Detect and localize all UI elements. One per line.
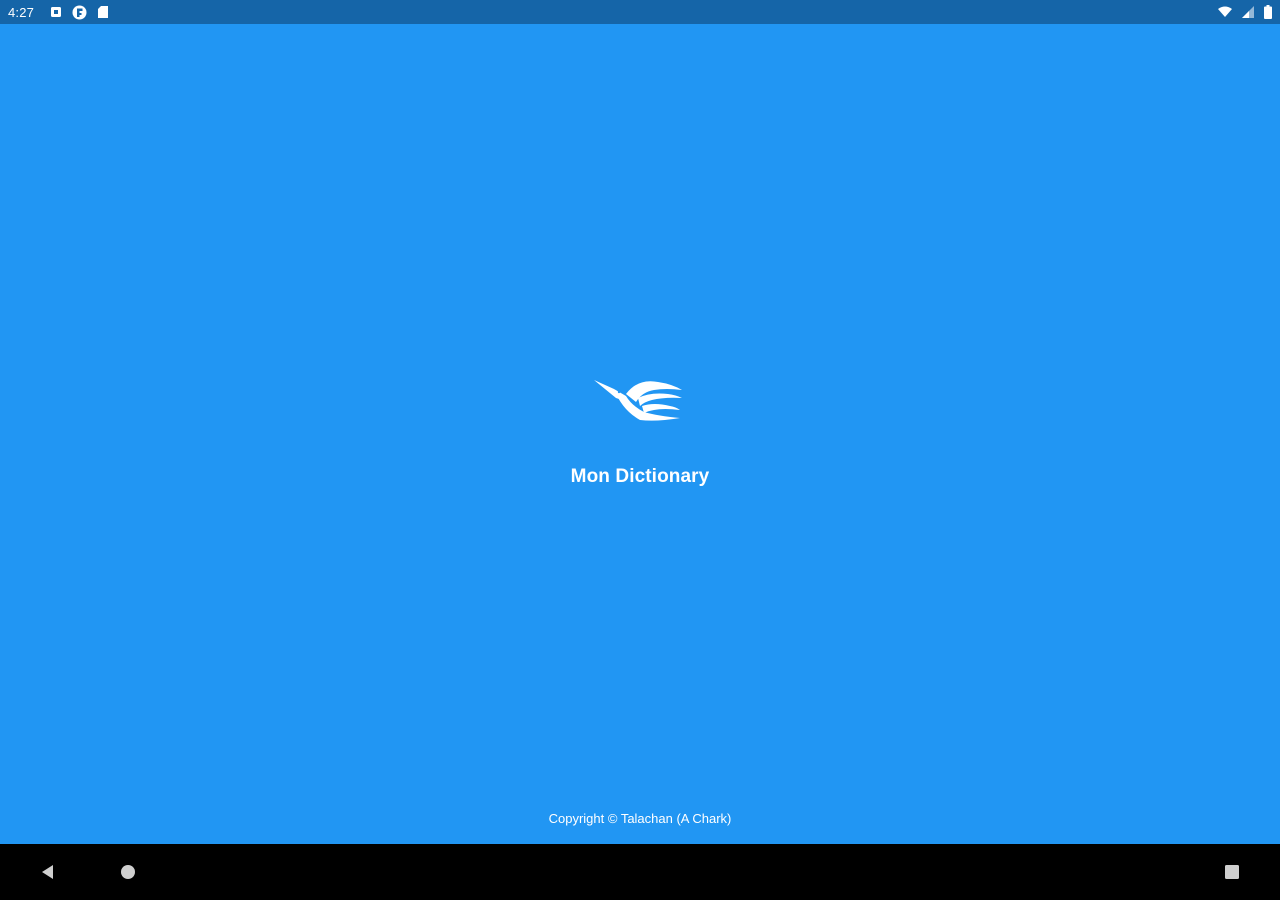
status-bar-left: 4:27 [8,5,109,20]
wifi-icon [1218,6,1232,18]
signal-icon [1242,6,1254,18]
notification-square-icon [50,6,62,18]
flipboard-icon [72,5,87,20]
navigation-bar [0,844,1280,900]
bird-logo-icon [592,376,688,424]
back-icon[interactable] [36,860,60,884]
battery-icon [1264,5,1272,19]
recents-icon[interactable] [1220,860,1244,884]
splash-content: Mon Dictionary Copyright © Talachan (A C… [0,24,1280,844]
sd-card-icon [97,5,109,19]
copyright-text: Copyright © Talachan (A Chark) [548,811,732,826]
status-bar: 4:27 [0,0,1280,24]
home-icon[interactable] [116,860,140,884]
status-time: 4:27 [8,4,35,20]
app-title: Mon Dictionary [570,466,710,487]
status-bar-right [1218,5,1272,19]
splash-screen: 4:27 Mon Dictionary Copyright © Talachan… [0,0,1280,900]
